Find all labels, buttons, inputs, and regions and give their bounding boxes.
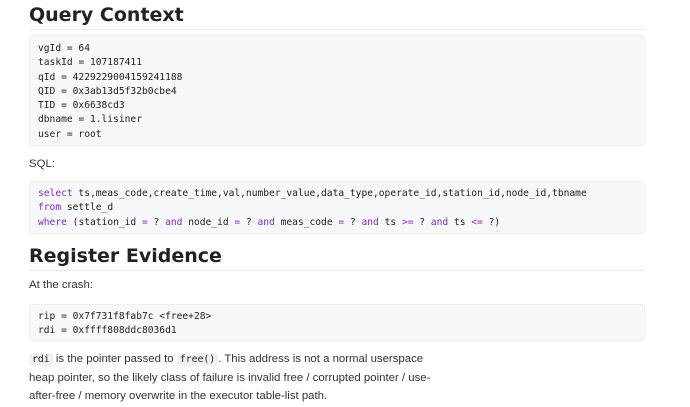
code-line: rip = 0x7f731f8fab7c <free+28> [38, 311, 212, 322]
sql-keyword: and [430, 216, 449, 228]
sql-label: SQL: [29, 158, 55, 170]
code-line: QID = 0x3ab13d5f32b0cbe4 [38, 85, 177, 97]
crash-intro-text: At the crash: [29, 279, 93, 291]
sql-text: settle_d [61, 202, 114, 214]
inline-code-free: free() [176, 353, 219, 366]
sql-text: ts [378, 216, 402, 228]
code-line: TID = 0x6638cd3 [38, 100, 125, 112]
sql-text: ? [413, 216, 431, 228]
code-line: vgId = 64 [38, 43, 90, 54]
sql-code-block: select ts,meas_code,create_time,val,numb… [29, 181, 645, 234]
query-context-code-block: vgId = 64 taskId = 107187411 qId = 4229229… [29, 35, 645, 146]
sql-text: ? [344, 216, 362, 228]
sql-line-select: select ts,meas_code,create_time,val,numb… [38, 187, 644, 201]
sql-keyword: from [38, 202, 62, 214]
sql-line-from: from settle_d [38, 201, 644, 215]
sql-keyword: and [165, 216, 183, 228]
sql-operator: <= [471, 216, 483, 228]
sql-text: node_id [182, 216, 235, 228]
sql-operator: >= [401, 216, 414, 228]
sql-text: meas_code [274, 216, 339, 228]
register-description: rdi is the pointer passed to free(). Thi… [29, 350, 449, 405]
sql-keyword: where [38, 216, 67, 228]
sql-text: ts,meas_code,create_time,val,number_valu… [72, 188, 587, 199]
code-line: user = root [38, 128, 102, 140]
sql-text: ? [240, 216, 258, 228]
code-line: dbname = 1.lisiner [38, 114, 142, 126]
sql-text: ts [448, 216, 472, 228]
sql-text: ? [147, 216, 166, 228]
description-text: is the pointer passed to [52, 353, 177, 365]
code-line: rdi = 0xffff808ddc8036d1 [38, 325, 177, 337]
register-evidence-heading: Register Evidence [29, 244, 645, 271]
code-line: qId = 4229229004159241188 [38, 71, 183, 83]
sql-text: (station_id [66, 216, 142, 228]
code-line: taskId = 107187411 [38, 57, 142, 69]
query-context-heading: Query Context [29, 3, 645, 30]
sql-keyword: and [361, 216, 379, 228]
sql-line-where: where (station_id = ? and node_id = ? an… [38, 216, 644, 230]
sql-keyword: and [257, 216, 275, 228]
register-code-block: rip = 0x7f731f8fab7c <free+28> rdi = 0xff… [29, 304, 645, 341]
inline-code-rdi: rdi [29, 353, 53, 366]
sql-text: ?) [482, 216, 501, 228]
sql-keyword: select [38, 188, 73, 199]
